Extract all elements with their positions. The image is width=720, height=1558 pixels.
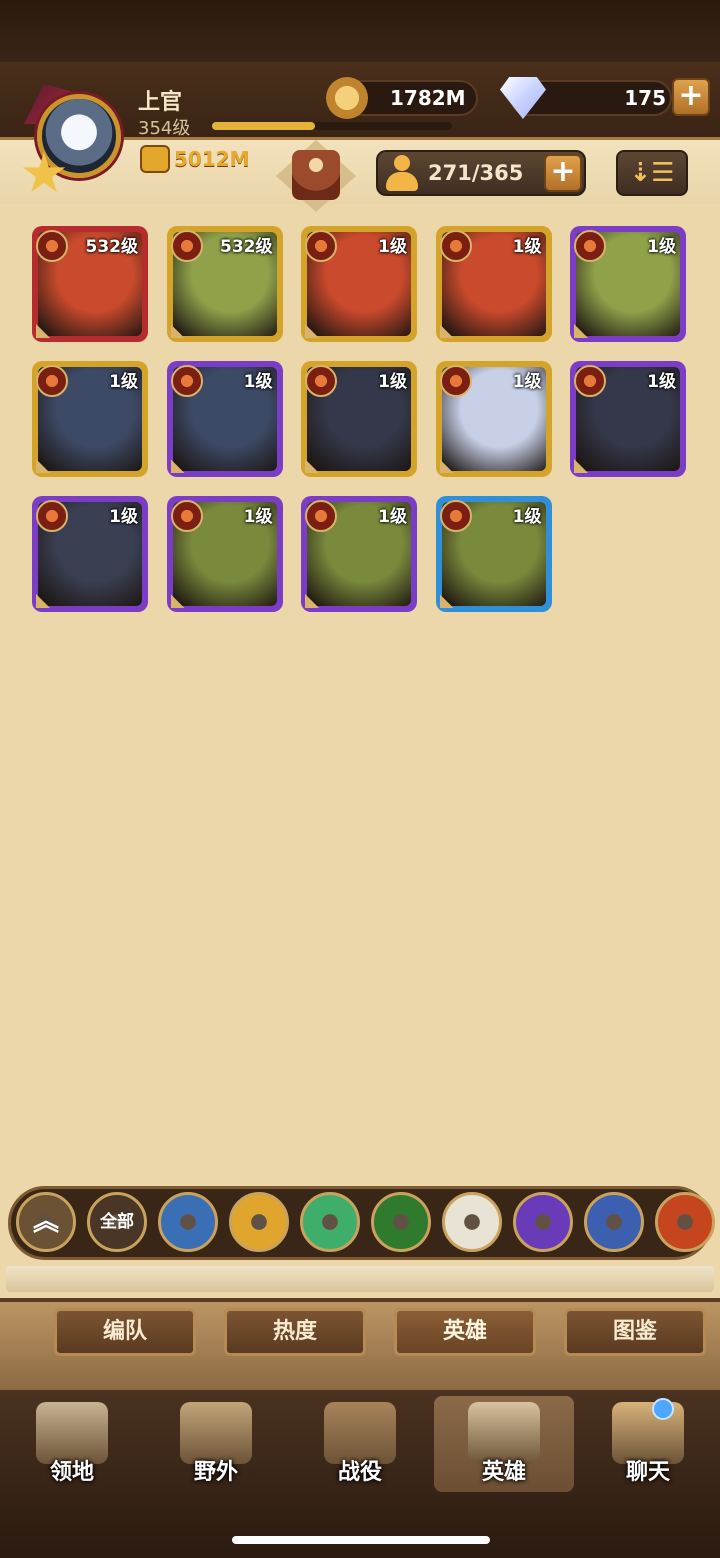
fist-icon (140, 145, 170, 173)
hero-card[interactable]: 1级 (435, 361, 552, 477)
hero-card[interactable]: 1级 (166, 361, 283, 477)
home-indicator[interactable] (232, 1536, 490, 1544)
hero-level: 1级 (243, 372, 273, 392)
hero-level: 532级 (85, 237, 139, 257)
power-display: 5012M (140, 143, 250, 175)
faction-icon (439, 365, 472, 397)
faction-icon (439, 500, 472, 532)
faction-icon (170, 365, 203, 397)
faction-icon (574, 365, 606, 397)
nav-chat-label: 聊天 (625, 1460, 670, 1485)
hero-card[interactable]: 1级 (166, 496, 283, 612)
power-value: 5012M (174, 147, 250, 171)
nav-wilderness[interactable]: 野外 (146, 1396, 286, 1492)
gold-coin-icon (326, 77, 368, 119)
dimensional-icon[interactable] (584, 1192, 644, 1252)
graveborn-icon[interactable] (371, 1192, 431, 1252)
filter-divider-strip (6, 1266, 714, 1292)
tab-heroes[interactable]: 英雄 (394, 1308, 536, 1356)
hero-level: 1级 (512, 507, 542, 527)
hero-level: 1级 (647, 237, 676, 257)
hero-card[interactable]: 532级 (166, 226, 283, 342)
faction-icon (36, 500, 68, 532)
hero-level: 532级 (220, 237, 273, 257)
mauler-icon[interactable] (229, 1192, 289, 1252)
hero-card[interactable]: 1级 (32, 496, 148, 612)
status-area (0, 0, 720, 70)
xp-bar (212, 122, 452, 130)
wilder-icon[interactable] (300, 1192, 360, 1252)
hero-level: 1级 (512, 372, 542, 392)
hero-card[interactable]: 1级 (301, 361, 417, 477)
all-filter-button[interactable]: 全部 (87, 1192, 147, 1252)
player-name: 上官 (138, 90, 183, 115)
nav-territory[interactable]: 领地 (2, 1396, 142, 1492)
hero-level: 1级 (243, 507, 273, 527)
hero-level: 1级 (647, 372, 676, 392)
coin-value: 1782M (390, 86, 466, 110)
hero-card[interactable]: 1级 (570, 361, 686, 477)
faction-icon (305, 365, 337, 397)
nav-campaign-label: 战役 (337, 1460, 382, 1485)
faction-icon (36, 365, 68, 397)
nav-campaign[interactable]: 战役 (290, 1396, 430, 1492)
player-level: 354级 (138, 118, 191, 139)
hero-level: 1级 (109, 372, 138, 392)
player-avatar[interactable] (22, 82, 132, 193)
hero-level: 1级 (378, 237, 407, 257)
hero-card[interactable]: 1级 (301, 496, 417, 612)
notification-dot (652, 1398, 674, 1420)
faction-icon (170, 500, 203, 532)
crest-icon (292, 150, 340, 200)
nav-heroes-label: 英雄 (481, 1460, 526, 1485)
hypogean-icon[interactable] (513, 1192, 573, 1252)
hero-level: 1级 (109, 507, 138, 527)
avatar-portrait (37, 94, 121, 178)
celestial-icon[interactable] (442, 1192, 502, 1252)
nav-wilderness-label: 野外 (193, 1460, 238, 1485)
hero-card[interactable]: 1级 (435, 496, 552, 612)
hero-card[interactable]: 1级 (301, 226, 417, 342)
tab-collection[interactable]: 图鉴 (564, 1308, 706, 1356)
nav-heroes[interactable]: 英雄 (434, 1396, 574, 1492)
hero-level: 1级 (378, 372, 407, 392)
sort-button[interactable]: ⇣☰ (616, 150, 688, 196)
xp-bar-fill (212, 122, 316, 130)
nav-chat[interactable]: 聊天 (578, 1396, 718, 1492)
hero-level: 1级 (512, 237, 542, 257)
tab-popularity[interactable]: 热度 (224, 1308, 366, 1356)
hero-card[interactable]: 1级 (435, 226, 552, 342)
faction-icon (36, 230, 68, 262)
hero-card[interactable]: 1级 (32, 361, 148, 477)
roster-count: 271/365 (428, 161, 524, 185)
hero-card[interactable]: 1级 (570, 226, 686, 342)
add-gems-button[interactable]: + (672, 78, 710, 116)
nav-territory-label: 领地 (49, 1460, 94, 1485)
faction-red-icon[interactable] (655, 1192, 715, 1252)
hero-level: 1级 (378, 507, 407, 527)
tab-formation[interactable]: 编队 (54, 1308, 196, 1356)
person-icon (386, 155, 418, 191)
rank-up-icon[interactable]: ︽ (16, 1192, 76, 1252)
faction-icon (305, 500, 337, 532)
faction-icon (170, 230, 203, 262)
lightbearer-icon[interactable] (158, 1192, 218, 1252)
hero-card[interactable]: 532级 (32, 226, 148, 342)
faction-icon (574, 230, 606, 262)
gem-value: 175 (624, 86, 666, 110)
faction-icon (439, 230, 472, 262)
faction-icon (305, 230, 337, 262)
expand-roster-button[interactable]: + (544, 154, 582, 192)
